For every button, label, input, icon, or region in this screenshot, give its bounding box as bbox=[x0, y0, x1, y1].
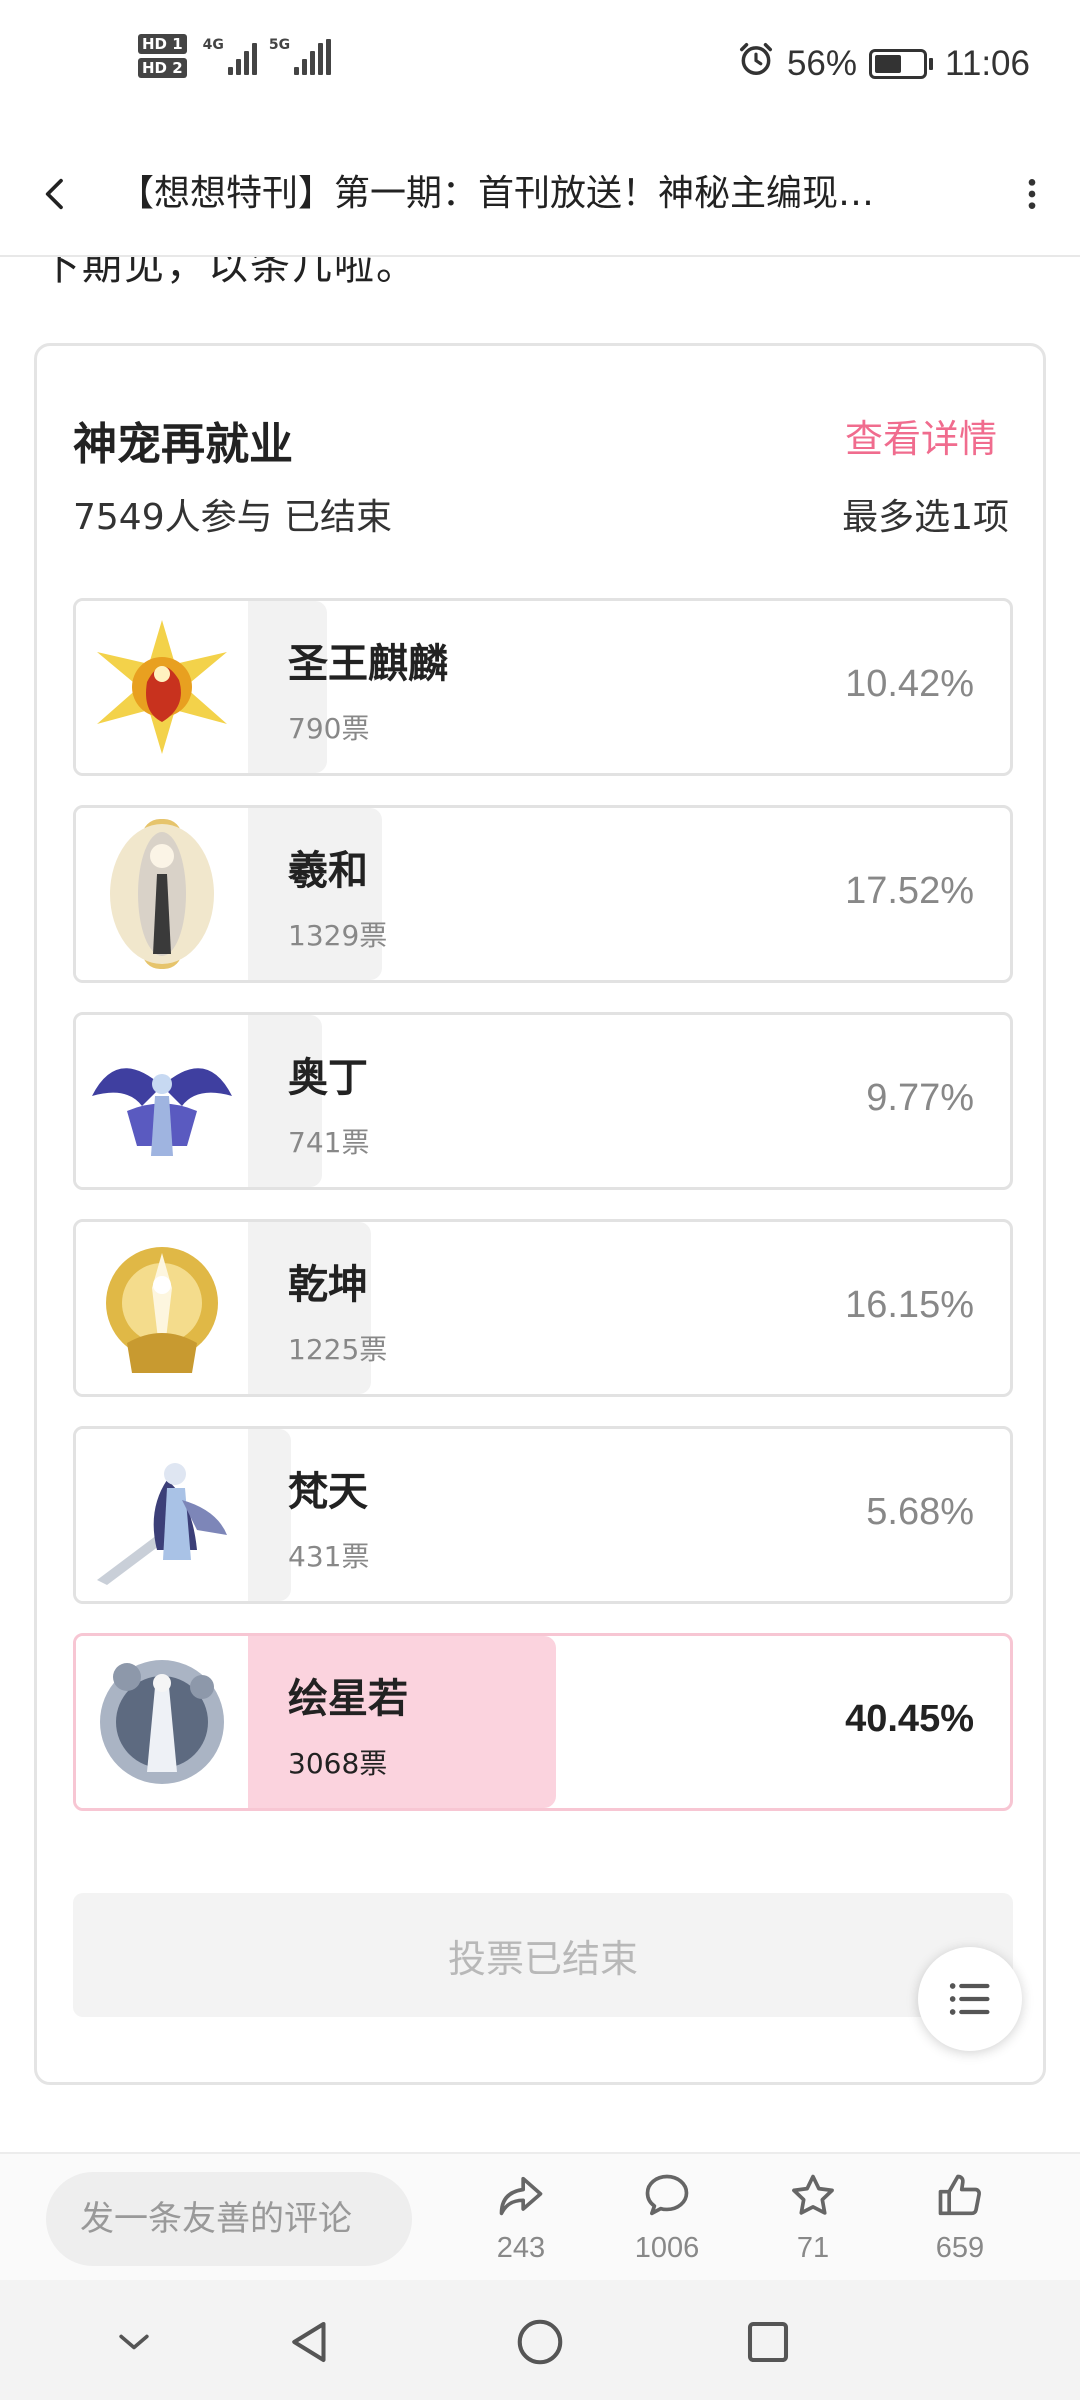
top-app-bar: 【想想特刊】第一期：首刊放送！神秘主编现… bbox=[0, 130, 1080, 257]
clock: 11:06 bbox=[945, 43, 1030, 83]
option-votes: 741票 bbox=[288, 1126, 370, 1159]
option-image bbox=[76, 808, 248, 980]
option-name: 羲和 bbox=[288, 848, 368, 894]
poll-option-winner[interactable]: 绘星若 3068票 40.45% bbox=[73, 1633, 1013, 1811]
nav-collapse-button[interactable] bbox=[102, 2310, 166, 2374]
comment-count: 1006 bbox=[634, 2232, 700, 2264]
poll-option[interactable]: 羲和 1329票 17.52% bbox=[73, 805, 1013, 983]
option-votes: 790票 bbox=[288, 712, 370, 745]
net2-label: 5G bbox=[268, 37, 291, 53]
option-image bbox=[76, 601, 248, 773]
signal-bars-1 bbox=[227, 39, 257, 75]
sim1-badge: HD 1 bbox=[138, 34, 187, 54]
back-button[interactable] bbox=[28, 166, 84, 222]
alarm-icon bbox=[737, 40, 775, 87]
network-indicators: HD 1 HD 2 4G 5G bbox=[138, 34, 332, 78]
share-count: 243 bbox=[496, 2232, 546, 2264]
poll-option[interactable]: 奥丁 741票 9.77% bbox=[73, 1012, 1013, 1190]
thumbs-up-icon bbox=[938, 2174, 981, 2216]
sim2-badge: HD 2 bbox=[138, 58, 187, 78]
signal-icon: 4G 5G bbox=[202, 37, 332, 75]
poll-option[interactable]: 圣王麒麟 790票 10.42% bbox=[73, 598, 1013, 776]
option-name: 奥丁 bbox=[288, 1055, 368, 1101]
system-navigation-bar bbox=[0, 2280, 1080, 2400]
option-votes: 1225票 bbox=[288, 1333, 388, 1366]
star-icon bbox=[792, 2174, 834, 2215]
bottom-action-bar: 243 1006 71 659 bbox=[0, 2152, 1080, 2280]
option-votes: 431票 bbox=[288, 1540, 370, 1573]
poll-card: 神宠再就业 查看详情 7549人参与 已结束 最多选1项 圣王麒麟 790票 1… bbox=[34, 343, 1046, 2085]
option-result-bar bbox=[248, 1429, 291, 1601]
nav-recents-button[interactable] bbox=[736, 2310, 800, 2374]
battery-percent: 56% bbox=[786, 43, 857, 83]
option-name: 乾坤 bbox=[288, 1262, 368, 1308]
option-name: 圣王麒麟 bbox=[288, 641, 448, 687]
article-text-fragment: 下期见，以条几啦。 bbox=[40, 257, 418, 289]
poll-title: 神宠再就业 bbox=[73, 419, 293, 470]
option-image bbox=[76, 1429, 248, 1601]
poll-option[interactable]: 乾坤 1225票 16.15% bbox=[73, 1219, 1013, 1397]
signal-bars-2 bbox=[294, 39, 332, 75]
like-count: 659 bbox=[935, 2232, 985, 2264]
article-content[interactable]: 下期见，以条几啦。 神宠再就业 查看详情 7549人参与 已结束 最多选1项 圣… bbox=[0, 257, 1080, 2152]
poll-rule: 最多选1项 bbox=[842, 497, 1009, 538]
net1-label: 4G bbox=[202, 37, 224, 53]
share-button[interactable]: 243 bbox=[466, 2170, 576, 2265]
vote-ended-button[interactable]: 投票已结束 bbox=[73, 1893, 1013, 2017]
chevron-left-icon bbox=[45, 178, 63, 210]
option-name: 梵天 bbox=[288, 1469, 368, 1515]
status-bar: HD 1 HD 2 4G 5G 56% 11:06 bbox=[0, 0, 1080, 130]
sim-badges: HD 1 HD 2 bbox=[138, 34, 187, 78]
share-icon bbox=[499, 2176, 543, 2216]
option-percent: 5.68% bbox=[866, 1491, 974, 1533]
option-percent: 9.77% bbox=[866, 1077, 974, 1119]
status-right: 56% 11:06 bbox=[737, 40, 1030, 87]
comment-input[interactable] bbox=[46, 2172, 412, 2266]
more-vertical-icon bbox=[1028, 179, 1036, 209]
poll-option[interactable]: 梵天 431票 5.68% bbox=[73, 1426, 1013, 1604]
option-name: 绘星若 bbox=[288, 1676, 408, 1722]
more-options-button[interactable] bbox=[1004, 166, 1060, 222]
triangle-back-icon bbox=[292, 2321, 326, 2363]
option-votes: 1329票 bbox=[288, 919, 388, 952]
option-image bbox=[76, 1222, 248, 1394]
chevron-down-icon bbox=[119, 2334, 149, 2350]
option-image bbox=[76, 1015, 248, 1187]
square-recents-icon bbox=[747, 2321, 789, 2363]
poll-participants: 7549人参与 已结束 bbox=[73, 497, 393, 538]
option-image bbox=[76, 1636, 248, 1808]
favorite-button[interactable]: 71 bbox=[758, 2170, 868, 2265]
poll-options: 圣王麒麟 790票 10.42% 羲和 1329票 17.52% 奥丁 741票… bbox=[73, 598, 1013, 1840]
option-percent: 40.45% bbox=[845, 1698, 974, 1740]
like-button[interactable]: 659 bbox=[905, 2170, 1015, 2265]
nav-back-button[interactable] bbox=[278, 2310, 342, 2374]
option-percent: 17.52% bbox=[845, 870, 974, 912]
battery-icon bbox=[869, 48, 933, 79]
nav-home-button[interactable] bbox=[508, 2310, 572, 2374]
option-votes: 3068票 bbox=[288, 1747, 388, 1780]
circle-home-icon bbox=[517, 2319, 563, 2365]
comment-button[interactable]: 1006 bbox=[612, 2170, 722, 2265]
option-percent: 16.15% bbox=[845, 1284, 974, 1326]
view-details-link[interactable]: 查看详情 bbox=[845, 408, 997, 463]
comment-icon bbox=[645, 2174, 689, 2216]
favorite-count: 71 bbox=[796, 2232, 830, 2264]
option-percent: 10.42% bbox=[845, 663, 974, 705]
page-title: 【想想特刊】第一期：首刊放送！神秘主编现… bbox=[118, 173, 875, 214]
table-of-contents-button[interactable] bbox=[918, 1947, 1022, 2051]
list-icon bbox=[949, 1983, 990, 2015]
